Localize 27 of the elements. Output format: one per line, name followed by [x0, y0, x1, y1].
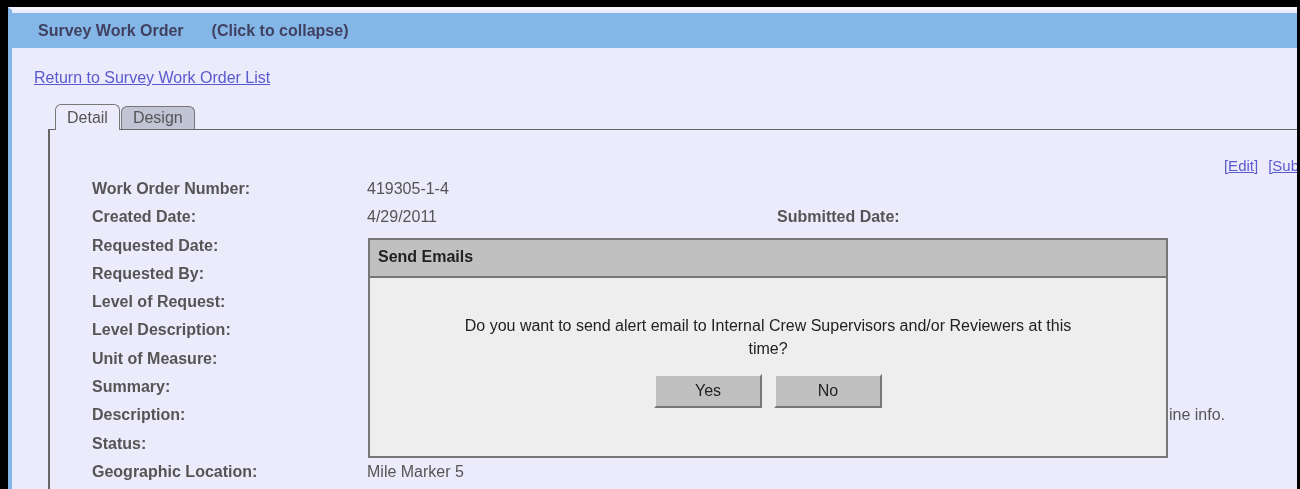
- field-label: Requested Date:: [92, 236, 220, 255]
- action-link[interactable]: [Edit]: [1223, 157, 1259, 174]
- field-label: Status:: [92, 434, 148, 453]
- tab[interactable]: Detail: [55, 104, 120, 130]
- field-label: Work Order Number:: [92, 180, 251, 198]
- collapse-hint: (Click to collapse): [211, 21, 349, 40]
- field-value: Mile Marker 5: [367, 462, 465, 481]
- tab[interactable]: Design: [120, 106, 195, 129]
- dialog-button[interactable]: No: [774, 374, 882, 408]
- field-value: ine info.: [1169, 406, 1227, 425]
- field-label: Level Description:: [92, 321, 232, 340]
- dialog-title: Send Emails: [370, 240, 1166, 278]
- return-link[interactable]: Return to Survey Work Order List: [34, 69, 271, 86]
- field-label: Geographic Location:: [92, 462, 259, 481]
- field-value: 419305-1-4: [367, 180, 450, 198]
- field-label: Unit of Measure:: [92, 349, 219, 368]
- dialog-button[interactable]: Yes: [654, 374, 762, 408]
- dialog-message: Do you want to send alert email to Internal Crew Supervisors and/or Reviewers at this time?: [463, 316, 1073, 359]
- field-label: Created Date:: [92, 208, 198, 227]
- field-label: Description:: [92, 406, 187, 425]
- section-title: Survey Work Order: [38, 21, 184, 40]
- field-label: Submitted Date:: [777, 208, 901, 227]
- field-value: 4/29/2011: [367, 208, 438, 227]
- field-label: Summary:: [92, 378, 172, 397]
- field-label: Requested By:: [92, 264, 206, 283]
- field-label: Level of Request:: [92, 293, 227, 312]
- section-header[interactable]: Survey Work Order (Click to collapse): [12, 13, 1297, 48]
